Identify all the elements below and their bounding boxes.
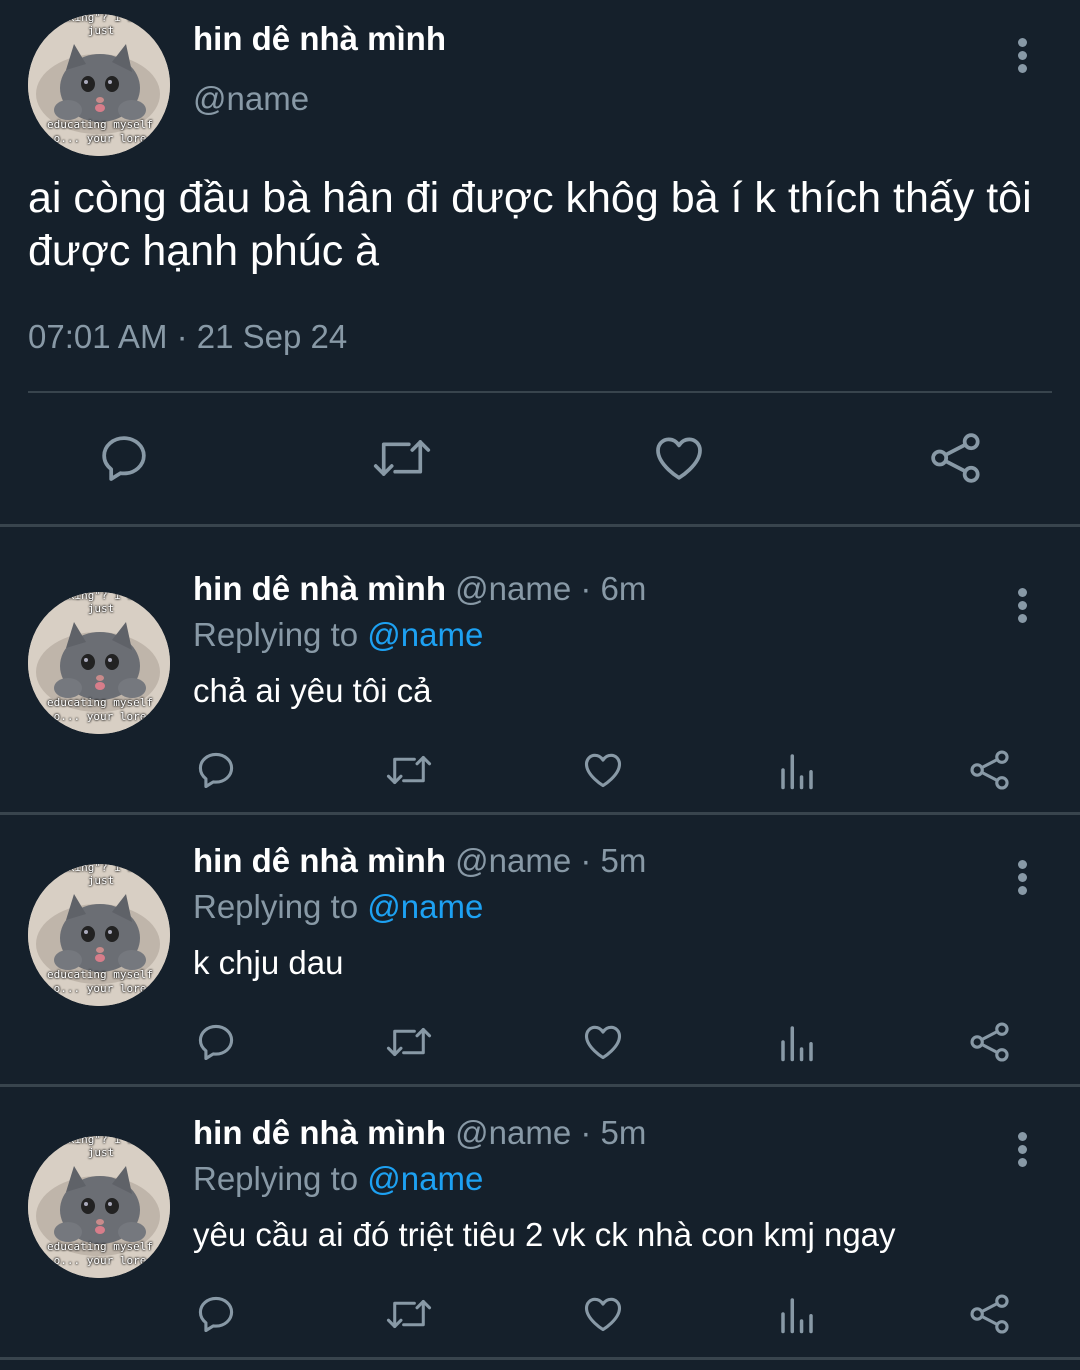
reply-icon[interactable] <box>194 1020 238 1064</box>
avatar-caption-bottom: educating myself o... your lore <box>47 968 153 995</box>
analytics-icon[interactable] <box>776 1292 818 1336</box>
replying-label: Replying to <box>193 616 359 653</box>
reply-header: hin dê nhà mình @name · 5m <box>193 1114 646 1152</box>
avatar-caption-top: talking"? i w... just <box>48 592 154 615</box>
avatar[interactable]: talking"? i w... just educating myself o… <box>28 1136 170 1278</box>
display-name[interactable]: hin dê nhà mình <box>193 1114 446 1151</box>
replying-mention[interactable]: @name <box>367 1160 483 1197</box>
share-icon[interactable] <box>968 748 1012 792</box>
like-icon[interactable] <box>580 1292 626 1336</box>
display-name[interactable]: hin dê nhà mình <box>193 570 446 607</box>
analytics-icon[interactable] <box>776 1020 818 1064</box>
avatar[interactable]: talking"? i w... just educating myself o… <box>28 864 170 1006</box>
retweet-icon[interactable] <box>370 430 434 486</box>
share-icon[interactable] <box>968 1292 1012 1336</box>
replying-label: Replying to <box>193 888 359 925</box>
divider <box>0 1084 1080 1087</box>
reply-tweet[interactable]: talking"? i w... just educating myself o… <box>0 828 1080 1098</box>
main-tweet: talking"? i w... just educating myself o… <box>0 0 1080 526</box>
handle-and-time[interactable]: @name · 5m <box>455 842 646 879</box>
reply-text: chả ai yêu tôi cả <box>193 672 432 709</box>
replying-to: Replying to @name <box>193 1160 483 1198</box>
display-name[interactable]: hin dê nhà mình <box>193 842 446 879</box>
replying-mention[interactable]: @name <box>367 888 483 925</box>
avatar-caption-bottom: educating myself o... your lore <box>47 1240 153 1267</box>
more-options-icon[interactable] <box>1016 860 1028 896</box>
reply-tweet[interactable]: talking"? i w... just educating myself o… <box>0 1100 1080 1370</box>
avatar-caption-top: talking"? i w... just <box>48 14 154 37</box>
reply-icon[interactable] <box>96 430 152 486</box>
avatar-caption-bottom: educating myself o... your lore <box>47 118 153 145</box>
share-icon[interactable] <box>928 430 984 486</box>
avatar[interactable]: talking"? i w... just educating myself o… <box>28 592 170 734</box>
handle[interactable]: @name <box>193 80 309 118</box>
share-icon[interactable] <box>968 1020 1012 1064</box>
handle-and-time[interactable]: @name · 5m <box>455 1114 646 1151</box>
divider <box>0 524 1080 527</box>
more-options-icon[interactable] <box>1016 38 1028 74</box>
retweet-icon[interactable] <box>384 1292 434 1336</box>
divider <box>28 391 1052 393</box>
analytics-icon[interactable] <box>776 748 818 792</box>
reply-text: k chju dau <box>193 944 344 981</box>
avatar-caption-bottom: educating myself o... your lore <box>47 696 153 723</box>
reply-icon[interactable] <box>194 1292 238 1336</box>
like-icon[interactable] <box>580 748 626 792</box>
replying-to: Replying to @name <box>193 616 483 654</box>
reply-header: hin dê nhà mình @name · 5m <box>193 842 646 880</box>
timestamp[interactable]: 07:01 AM · 21 Sep 24 <box>28 318 347 356</box>
reply-text: yêu cầu ai đó triệt tiêu 2 vk ck nhà con… <box>193 1216 896 1253</box>
avatar-caption-top: talking"? i w... just <box>48 864 154 887</box>
replying-mention[interactable]: @name <box>367 616 483 653</box>
divider <box>0 812 1080 815</box>
replying-to: Replying to @name <box>193 888 483 926</box>
display-name[interactable]: hin dê nhà mình <box>193 20 446 58</box>
like-icon[interactable] <box>580 1020 626 1064</box>
handle-and-time[interactable]: @name · 6m <box>455 570 646 607</box>
avatar-caption-top: talking"? i w... just <box>48 1136 154 1159</box>
retweet-icon[interactable] <box>384 1020 434 1064</box>
divider <box>0 1357 1080 1360</box>
avatar[interactable]: talking"? i w... just educating myself o… <box>28 14 170 156</box>
reply-header: hin dê nhà mình @name · 6m <box>193 570 646 608</box>
retweet-icon[interactable] <box>384 748 434 792</box>
like-icon[interactable] <box>650 430 708 486</box>
replying-label: Replying to <box>193 1160 359 1197</box>
more-options-icon[interactable] <box>1016 1132 1028 1168</box>
more-options-icon[interactable] <box>1016 588 1028 624</box>
reply-tweet[interactable]: talking"? i w... just educating myself o… <box>0 556 1080 826</box>
tweet-text: ai còng đầu bà hân đi được khôg bà í k t… <box>28 174 1032 275</box>
reply-icon[interactable] <box>194 748 238 792</box>
